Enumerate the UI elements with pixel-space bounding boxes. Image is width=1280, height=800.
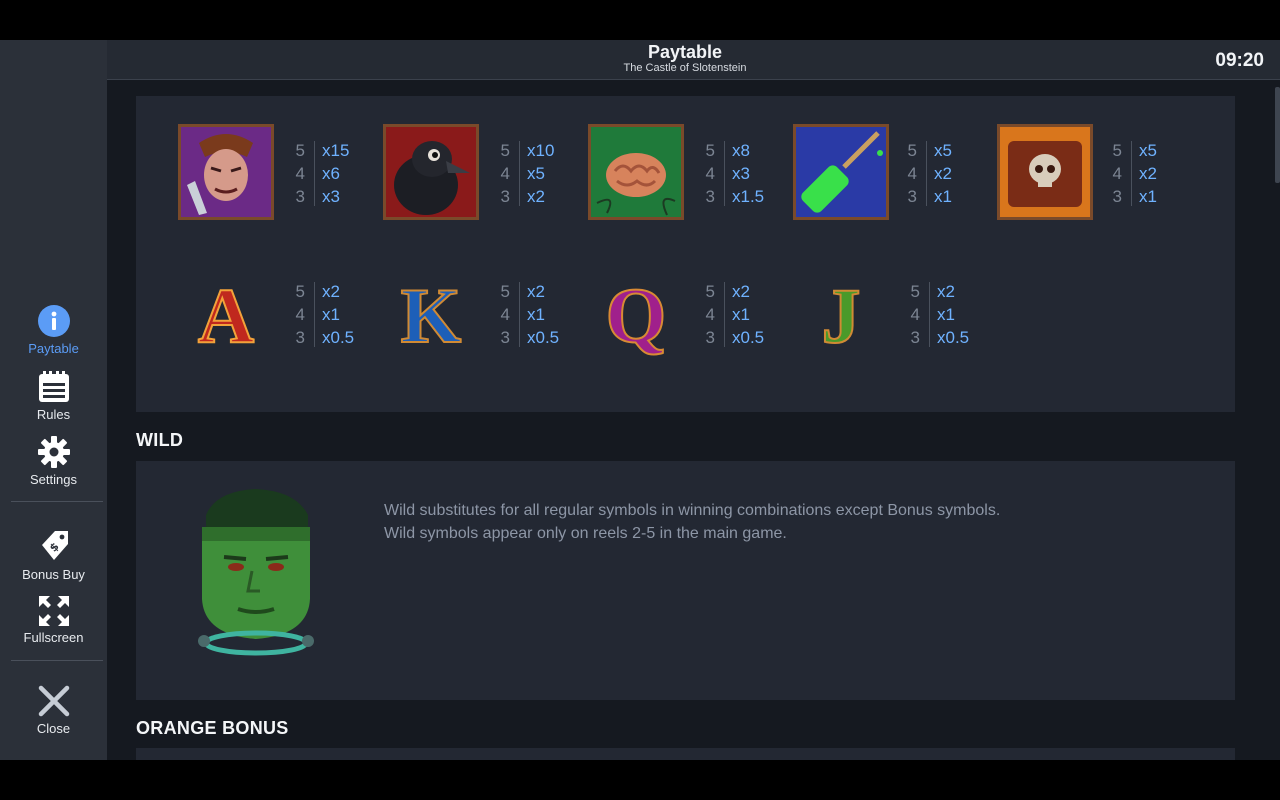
payout-list: 5 x2 4 x1 3 x0.5 — [500, 282, 560, 347]
letter-a-symbol-icon: A — [197, 271, 255, 360]
header-bar: Paytable The Castle of Slotenstein 09:20 — [107, 40, 1280, 80]
clock: 09:20 — [1215, 50, 1264, 71]
sidebar: Paytable Rules Settings $ Bonus Buy Full… — [0, 40, 107, 760]
sidebar-item-rules[interactable]: Rules — [0, 371, 107, 422]
payout-list: 5 x5 4 x2 3 x1 — [1112, 141, 1157, 206]
page-title: Paytable — [647, 42, 723, 62]
scrollbar-thumb[interactable] — [1275, 87, 1280, 183]
letter-k-symbol-icon: K — [400, 271, 463, 360]
brain-symbol-icon — [588, 124, 684, 220]
raven-symbol-icon — [383, 124, 479, 220]
price-tag-icon: $ — [41, 531, 68, 560]
syringe-symbol-icon — [793, 124, 889, 220]
sidebar-item-paytable[interactable]: Paytable — [0, 305, 107, 356]
svg-text:K: K — [401, 272, 462, 359]
sidebar-item-label: Paytable — [28, 341, 79, 356]
game-subtitle: The Castle of Slotenstein — [623, 62, 747, 74]
sidebar-item-settings[interactable]: Settings — [0, 436, 107, 487]
sidebar-item-label: Fullscreen — [23, 630, 84, 645]
payout-list: 5 x2 4 x1 3 x0.5 — [910, 282, 970, 347]
paytable-content[interactable]: A K Q J 5 x15 4 x6 3 x3 5 x10 4 x5 3 x2 5 x8 4x… — [107, 80, 1280, 760]
frankenstein-wild-icon — [198, 489, 314, 656]
sidebar-divider — [11, 660, 103, 661]
wild-description: Wild substitutes for all regular symbols… — [384, 499, 1104, 545]
payout-list: 5 x2 4 x1 3 x0.5 — [705, 282, 765, 347]
gear-icon — [37, 436, 70, 468]
wild-panel: Wild substitutes for all regular symbols… — [136, 461, 1235, 700]
bottom-black-bar — [0, 760, 1280, 800]
svg-text:J: J — [822, 272, 861, 359]
sidebar-item-label: Rules — [36, 407, 71, 422]
info-icon — [37, 305, 70, 337]
svg-text:Q: Q — [606, 272, 667, 359]
payout-list: 5 x15 4 x6 3 x3 — [295, 141, 350, 206]
payout-list: 5 x5 4 x2 3 x1 — [907, 141, 952, 206]
villain-symbol-icon — [178, 124, 274, 220]
symbols-payout-panel: A K Q J 5 x15 4 x6 3 x3 5 x10 4 x5 3 x2 5 x8 4x… — [136, 96, 1235, 412]
payout-list: 5 x2 4 x1 3 x0.5 — [295, 282, 355, 347]
sidebar-item-label: Bonus Buy — [22, 567, 85, 582]
payout-list: 5 x10 4 x5 3 x2 — [500, 141, 555, 206]
letter-j-symbol-icon: J — [821, 271, 862, 360]
notepad-icon — [38, 371, 69, 402]
sidebar-item-label: Close — [36, 721, 71, 736]
close-icon — [38, 685, 69, 717]
sidebar-item-fullscreen[interactable]: Fullscreen — [0, 596, 107, 645]
close-button[interactable]: Close — [0, 685, 107, 736]
orange-bonus-panel — [136, 748, 1235, 760]
svg-text:A: A — [198, 272, 254, 359]
wild-description-line: Wild substitutes for all regular symbols… — [384, 502, 1001, 519]
payout-list: 5 x8 4 x3 3 x1.5 — [705, 141, 765, 206]
expand-arrows-icon — [38, 596, 69, 626]
letter-q-symbol-icon: Q — [605, 271, 668, 360]
top-black-bar — [0, 0, 1280, 40]
orange-bonus-section-title: ORANGE BONUS — [136, 718, 289, 738]
sidebar-item-bonus-buy[interactable]: $ Bonus Buy — [0, 529, 107, 582]
wild-description-line: Wild symbols appear only on reels 2-5 in… — [384, 525, 787, 542]
sidebar-divider — [11, 501, 103, 502]
skull-book-symbol-icon — [997, 124, 1093, 220]
wild-section-title: WILD — [136, 430, 184, 450]
sidebar-item-label: Settings — [30, 472, 77, 487]
